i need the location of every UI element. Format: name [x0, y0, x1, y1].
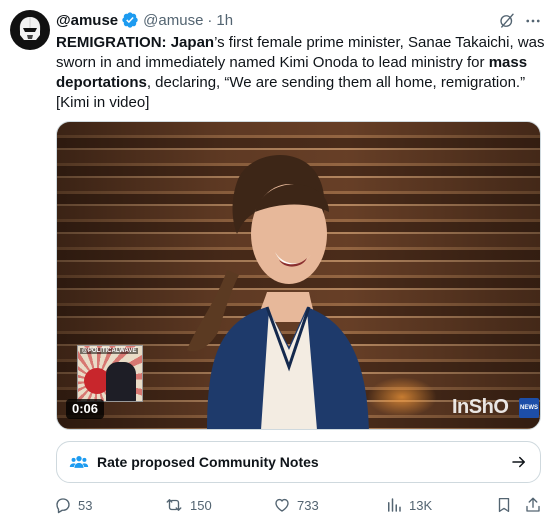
reply-button[interactable]: 53 [54, 496, 92, 514]
repost-count: 150 [190, 497, 212, 513]
verified-badge-icon [121, 11, 139, 29]
reply-count: 53 [78, 497, 93, 513]
like-count: 733 [297, 497, 319, 513]
post-text-bold-japan: Japan [170, 34, 215, 51]
separator-dot: · [207, 11, 213, 29]
action-bar: 53 150 733 13K [50, 494, 545, 516]
post-text-bold-remigration: REMIGRATION: [56, 34, 171, 51]
handle[interactable]: @amuse [143, 12, 203, 29]
avatar-helmet-icon [20, 17, 40, 40]
tweet[interactable]: @amuse @amuse · 1h REMIGRATION: Japan’s … [0, 0, 553, 529]
video-watermark: InShO [452, 396, 509, 418]
video-player[interactable]: @POLITICALWAVE 0:06 InShO NEWS [56, 121, 541, 430]
post-header: @amuse @amuse · 1h [56, 10, 233, 30]
reply-icon [56, 498, 70, 514]
avatar[interactable] [10, 10, 50, 50]
grok-icon[interactable] [496, 10, 518, 32]
video-inset-thumbnail: @POLITICALWAVE [77, 345, 143, 402]
more-icon[interactable] [522, 10, 544, 32]
bookmark-button[interactable] [495, 496, 519, 514]
views-count: 13K [409, 497, 433, 513]
repost-icon [166, 499, 182, 511]
community-notes-label: Rate proposed Community Notes [97, 454, 319, 470]
like-button[interactable]: 733 [273, 496, 319, 514]
views-icon [388, 498, 401, 512]
community-notes-button[interactable]: Rate proposed Community Notes [56, 441, 541, 483]
inset-figure [106, 362, 136, 401]
post-text: REMIGRATION: Japan’s first female prime … [56, 33, 548, 113]
timestamp[interactable]: 1h [216, 12, 233, 29]
news-badge: NEWS [519, 398, 539, 418]
share-button[interactable] [524, 496, 548, 514]
share-icon [526, 497, 540, 512]
video-person-figure [187, 154, 369, 429]
heart-icon [275, 498, 289, 512]
video-duration: 0:06 [66, 399, 105, 419]
bookmark-icon [498, 497, 510, 513]
repost-button[interactable]: 150 [164, 496, 212, 514]
views-button[interactable]: 13K [385, 496, 432, 514]
display-name[interactable]: @amuse [56, 12, 118, 29]
community-notes-icon [69, 452, 89, 472]
inset-caption: @POLITICALWAVE [80, 348, 139, 354]
arrow-right-icon [510, 453, 528, 471]
